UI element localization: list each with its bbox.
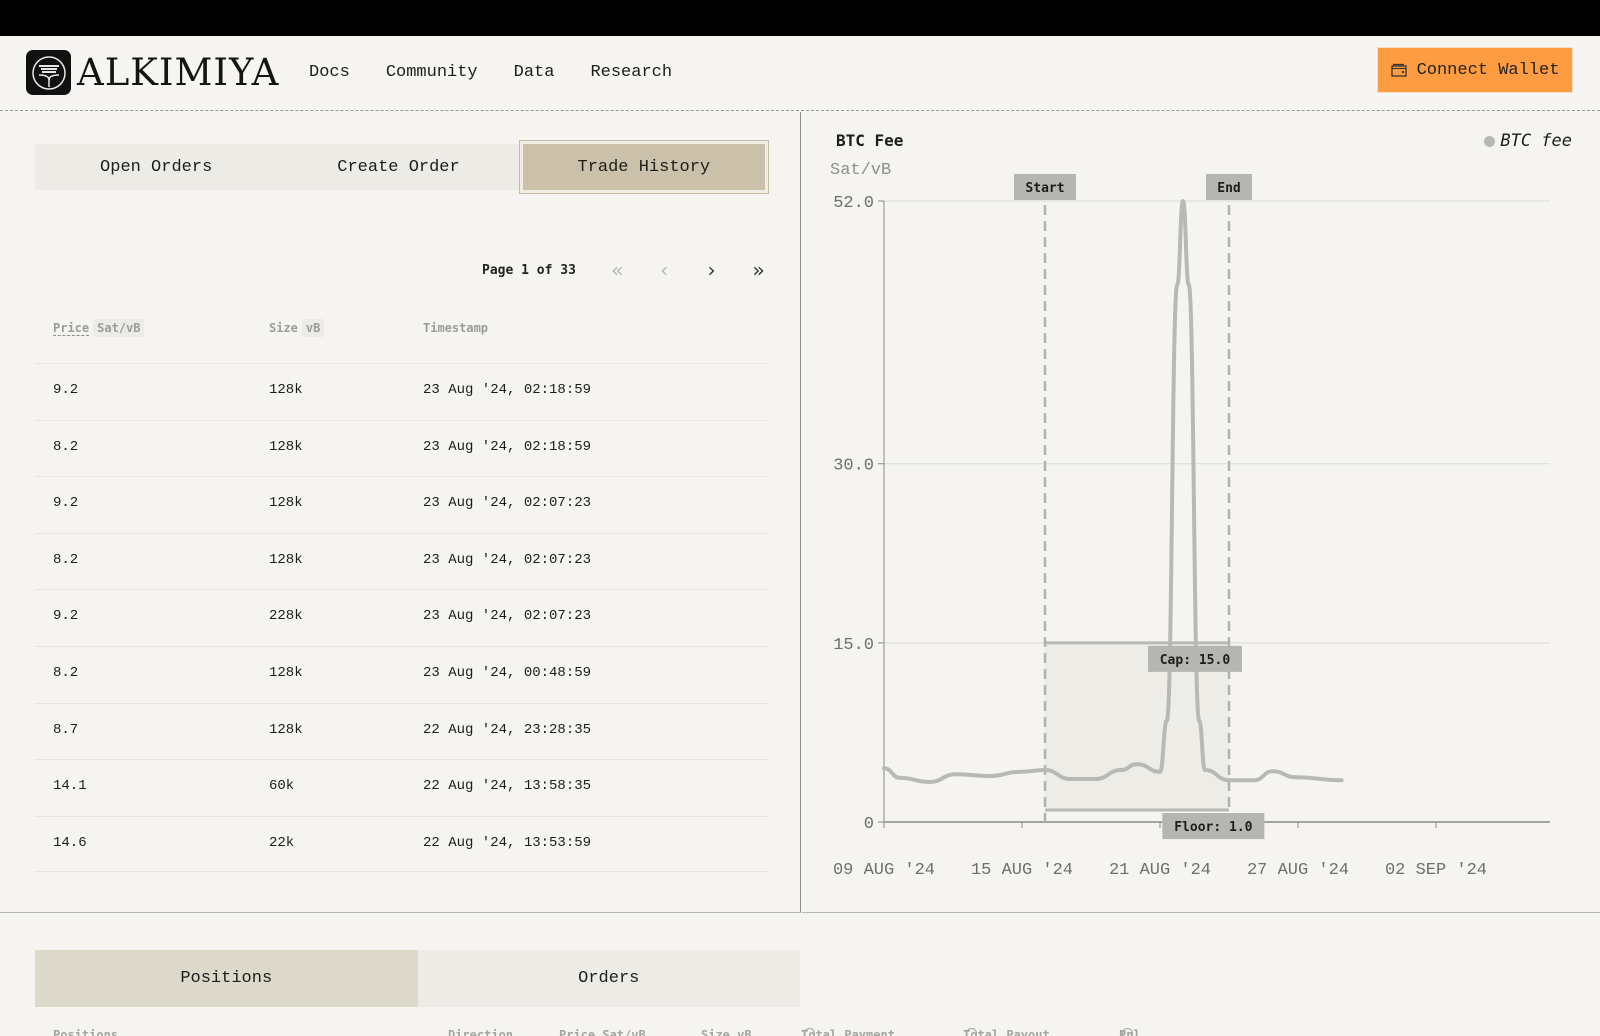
x-tick-label: 27 AUG '24 (1247, 861, 1349, 880)
col-size-label: Size (269, 321, 298, 335)
timestamp-cell: 22 Aug '24, 13:53:59 (423, 834, 592, 851)
positions-tabs: Positions Orders (35, 950, 800, 1007)
info-icon[interactable] (804, 1028, 815, 1036)
col-direction: Direction (448, 1028, 514, 1036)
col-positions: Positions (53, 1028, 119, 1036)
trade-table-header: Price Sat/vB Size vB Timestamp (53, 319, 773, 341)
info-icon[interactable] (1122, 1028, 1133, 1036)
price-cell: 8.2 (53, 551, 79, 568)
timestamp-cell: 23 Aug '24, 00:48:59 (423, 664, 592, 681)
price-cell: 14.6 (53, 834, 87, 851)
col-price: Price Sat/vB (559, 1028, 646, 1036)
nav-data[interactable]: Data (514, 63, 555, 82)
pagination: Page 1 of 33 « ‹ › » (482, 258, 782, 282)
btc-fee-chart[interactable]: 0 15.0 30.0 52.0 09 AUG '24 15 AUG '24 21 AUG … (802, 112, 1600, 913)
trade-row[interactable]: 8.2 128k 23 Aug '24, 00:48:59 (35, 645, 768, 703)
btc-fee-chart-panel: BTC Fee Sat/vB BTC fee 0 15.0 30.0 52.0 09 A… (802, 112, 1600, 913)
main-nav: Docs Community Data Research (309, 63, 708, 82)
tab-orders[interactable]: Orders (418, 950, 801, 1007)
size-cell: 128k (269, 551, 303, 568)
x-tick-label: 02 SEP '24 (1385, 861, 1487, 880)
col-size: Size vB (269, 319, 325, 337)
first-page-button[interactable]: « (594, 258, 641, 282)
col-price-unit: Sat/vB (93, 319, 145, 337)
timestamp-cell: 23 Aug '24, 02:18:59 (423, 438, 592, 455)
price-cell: 9.2 (53, 495, 79, 512)
info-icon[interactable] (966, 1028, 977, 1036)
chevron-right-icon: › (705, 258, 718, 282)
trade-row[interactable]: 9.2 128k 23 Aug '24, 02:07:23 (35, 476, 768, 533)
timestamp-cell: 23 Aug '24, 02:07:23 (423, 495, 592, 512)
connect-wallet-label: Connect Wallet (1416, 60, 1560, 80)
timestamp-cell: 22 Aug '24, 13:58:35 (423, 778, 592, 795)
chevron-left-icon: ‹ (658, 258, 671, 282)
size-cell: 128k (269, 438, 303, 455)
nav-research[interactable]: Research (590, 63, 672, 82)
timestamp-cell: 23 Aug '24, 02:07:23 (423, 551, 592, 568)
trade-panel: Open Orders Create Order Trade History P… (0, 112, 801, 913)
cap-label: Cap: 15.0 (1160, 653, 1231, 668)
size-cell: 128k (269, 721, 303, 738)
page-indicator: Page 1 of 33 (482, 262, 576, 278)
timestamp-cell: 22 Aug '24, 23:28:35 (423, 721, 592, 738)
size-cell: 128k (269, 495, 303, 512)
y-tick-label: 0 (864, 815, 874, 834)
tab-positions[interactable]: Positions (35, 950, 418, 1007)
trade-row[interactable]: 14.6 22k 22 Aug '24, 13:53:59 (35, 815, 768, 873)
nav-docs[interactable]: Docs (309, 63, 350, 82)
trade-table-body: 9.2 128k 23 Aug '24, 02:18:59 8.2 128k 23 Aug… (35, 363, 768, 873)
col-timestamp: Timestamp (423, 321, 489, 335)
brand-name: ALKIMIYA (77, 51, 280, 94)
y-tick-label: 30.0 (833, 457, 874, 476)
floor-label: Floor: 1.0 (1174, 820, 1252, 835)
start-label: Start (1025, 181, 1064, 196)
size-cell: 128k (269, 382, 303, 398)
prev-page-button[interactable]: ‹ (641, 258, 688, 282)
double-chevron-right-icon: » (752, 258, 765, 282)
size-cell: 228k (269, 608, 303, 625)
y-tick-label: 52.0 (833, 194, 874, 213)
y-tick-label: 15.0 (833, 636, 874, 655)
order-tabs: Open Orders Create Order Trade History (35, 140, 769, 194)
price-cell: 8.2 (53, 438, 79, 455)
tab-open-orders[interactable]: Open Orders (35, 144, 277, 190)
trade-row[interactable]: 14.1 60k 22 Aug '24, 13:58:35 (35, 759, 768, 816)
next-page-button[interactable]: › (688, 258, 735, 282)
col-total-payment-label: Total Payment (801, 1028, 895, 1036)
tab-trade-history[interactable]: Trade History (518, 140, 769, 194)
price-cell: 8.7 (53, 721, 79, 738)
price-cell: 14.1 (53, 778, 87, 795)
brand-logo[interactable]: ALKIMIYA (26, 50, 279, 95)
price-cell: 9.2 (53, 608, 79, 625)
col-price[interactable]: Price Sat/vB (53, 319, 145, 337)
x-tick-label: 09 AUG '24 (833, 861, 935, 880)
col-price-label: Price (53, 321, 90, 336)
wallet-icon (1390, 63, 1407, 77)
price-cell: 9.2 (53, 382, 79, 398)
trade-row[interactable]: 9.2 228k 23 Aug '24, 02:07:23 (35, 589, 768, 646)
trade-row[interactable]: 9.2 128k 23 Aug '24, 02:18:59 (35, 363, 768, 420)
connect-wallet-button[interactable]: Connect Wallet (1377, 47, 1573, 93)
col-size-unit: vB (301, 319, 325, 337)
end-label: End (1217, 181, 1240, 196)
size-cell: 128k (269, 664, 303, 681)
logo-mark-icon (26, 50, 71, 95)
trade-row[interactable]: 8.2 128k 23 Aug '24, 02:07:23 (35, 532, 768, 590)
tab-create-order[interactable]: Create Order (277, 144, 519, 190)
site-header: ALKIMIYA Docs Community Data Research Co… (0, 36, 1600, 111)
last-page-button[interactable]: » (735, 258, 782, 282)
size-cell: 22k (269, 834, 295, 851)
x-tick-label: 21 AUG '24 (1109, 861, 1211, 880)
double-chevron-left-icon: « (611, 258, 624, 282)
price-cell: 8.2 (53, 664, 79, 681)
timestamp-cell: 23 Aug '24, 02:18:59 (423, 382, 592, 398)
timestamp-cell: 23 Aug '24, 02:07:23 (423, 608, 592, 625)
trade-row[interactable]: 8.7 128k 22 Aug '24, 23:28:35 (35, 702, 768, 760)
browser-top-bar (0, 0, 1600, 36)
x-tick-label: 15 AUG '24 (971, 861, 1073, 880)
size-cell: 60k (269, 778, 295, 795)
trade-row[interactable]: 8.2 128k 23 Aug '24, 02:18:59 (35, 419, 768, 477)
nav-community[interactable]: Community (386, 63, 478, 82)
col-size: Size vB (701, 1028, 752, 1036)
